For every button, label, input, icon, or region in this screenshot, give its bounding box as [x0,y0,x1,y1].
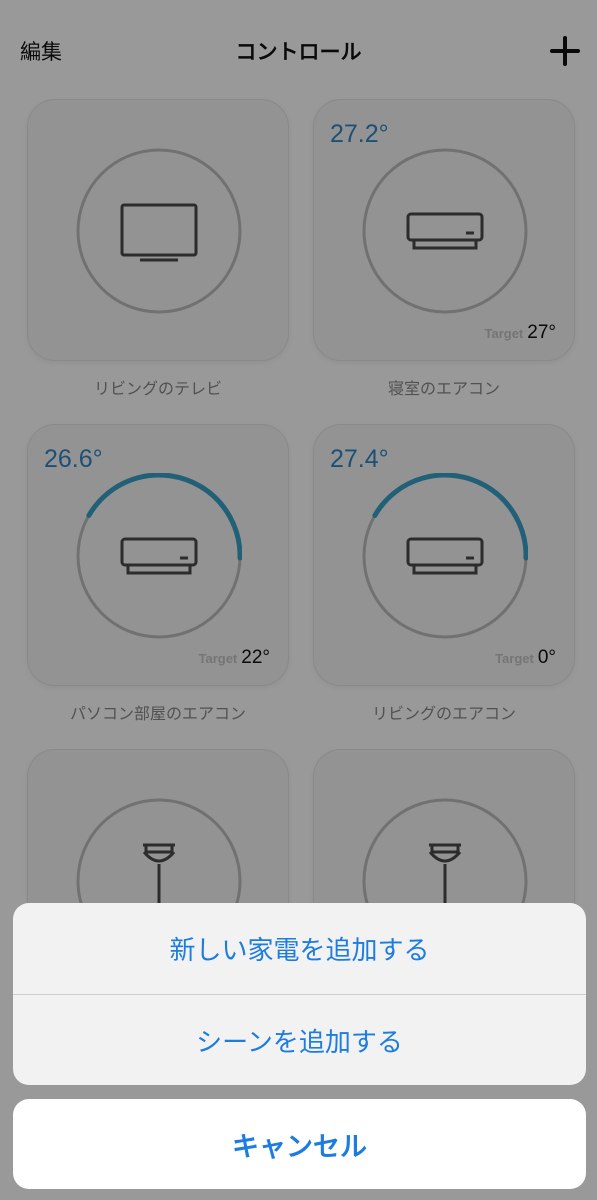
add-scene-button[interactable]: シーンを追加する [13,995,586,1085]
control-screen: 編集 コントロール リビングのテレビ 27.2° Target 27° 寝室のエ… [0,0,597,1200]
add-appliance-button[interactable]: 新しい家電を追加する [13,903,586,994]
action-sheet: 新しい家電を追加する シーンを追加する [13,903,586,1085]
cancel-button[interactable]: キャンセル [13,1099,586,1189]
